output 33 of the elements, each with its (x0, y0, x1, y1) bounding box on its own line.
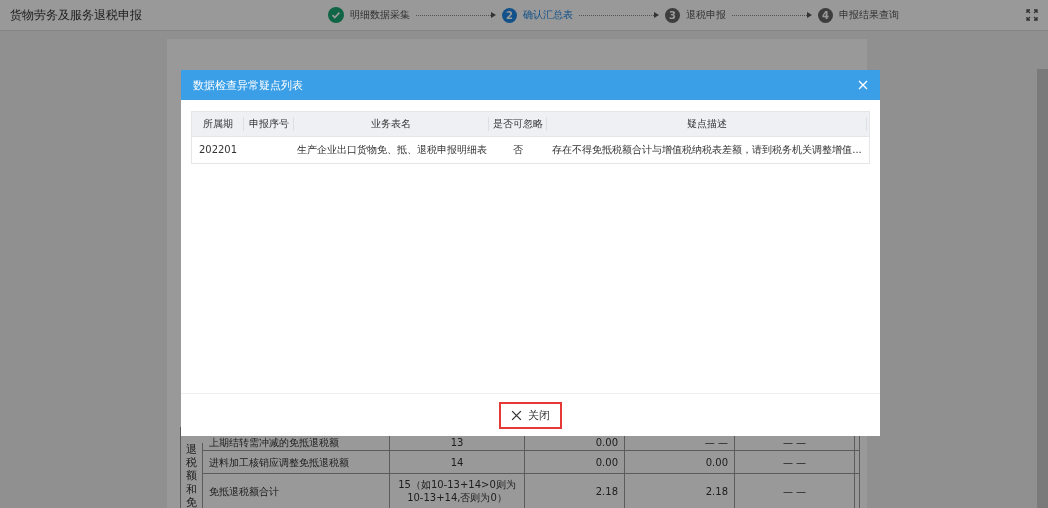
table-cell-text: 存在不得免抵税额合计与增值税纳税表差额，请到税务机关调整增值... (551, 143, 863, 157)
group-label: 退税额和免 (181, 443, 203, 508)
step-number: 3 (665, 7, 680, 23)
table-cell-text: 否 (512, 143, 524, 157)
dialog-title: 数据检查异常疑点列表 (193, 77, 303, 93)
column-header: 业务表名 (294, 117, 489, 131)
fullscreen-icon[interactable] (1026, 9, 1038, 21)
close-icon (511, 409, 522, 421)
table-cell: 15（如10-13+14>0则为10-13+14,否则为0） (390, 474, 525, 508)
table-cell: 2.18 (525, 474, 625, 508)
column-header: 疑点描述 (547, 117, 867, 131)
step-number: 2 (502, 7, 517, 23)
table-cell: — — (735, 474, 855, 508)
page-title: 货物劳务及服务退税申报 (10, 6, 143, 24)
column-header: 申报序号 (244, 117, 294, 131)
table-cell-text: 202201 (197, 143, 239, 157)
table-cell-text: 生产企业出口货物免、抵、退税申报明细表 (295, 143, 488, 157)
step-number: 4 (818, 7, 833, 23)
column-header: 是否可忽略 (489, 117, 547, 131)
table-cell: 进料加工核销应调整免抵退税额 (203, 451, 390, 473)
close-icon[interactable] (858, 80, 868, 90)
table-cell: 免抵退税额合计 (203, 474, 390, 508)
table-cell: 0.00 (625, 451, 735, 473)
table-cell: 14 (390, 451, 525, 473)
table-cell: — — (735, 451, 855, 473)
table-cell: 2.18 (625, 474, 735, 508)
column-header: 所属期 (192, 117, 244, 131)
step-label: 申报结果查询 (839, 8, 899, 22)
table-cell: 0.00 (525, 451, 625, 473)
step-label: 明细数据采集 (350, 8, 410, 22)
step-label: 退税申报 (686, 8, 726, 22)
step-label: 确认汇总表 (523, 8, 573, 22)
close-button[interactable]: 关闭 (499, 401, 562, 429)
